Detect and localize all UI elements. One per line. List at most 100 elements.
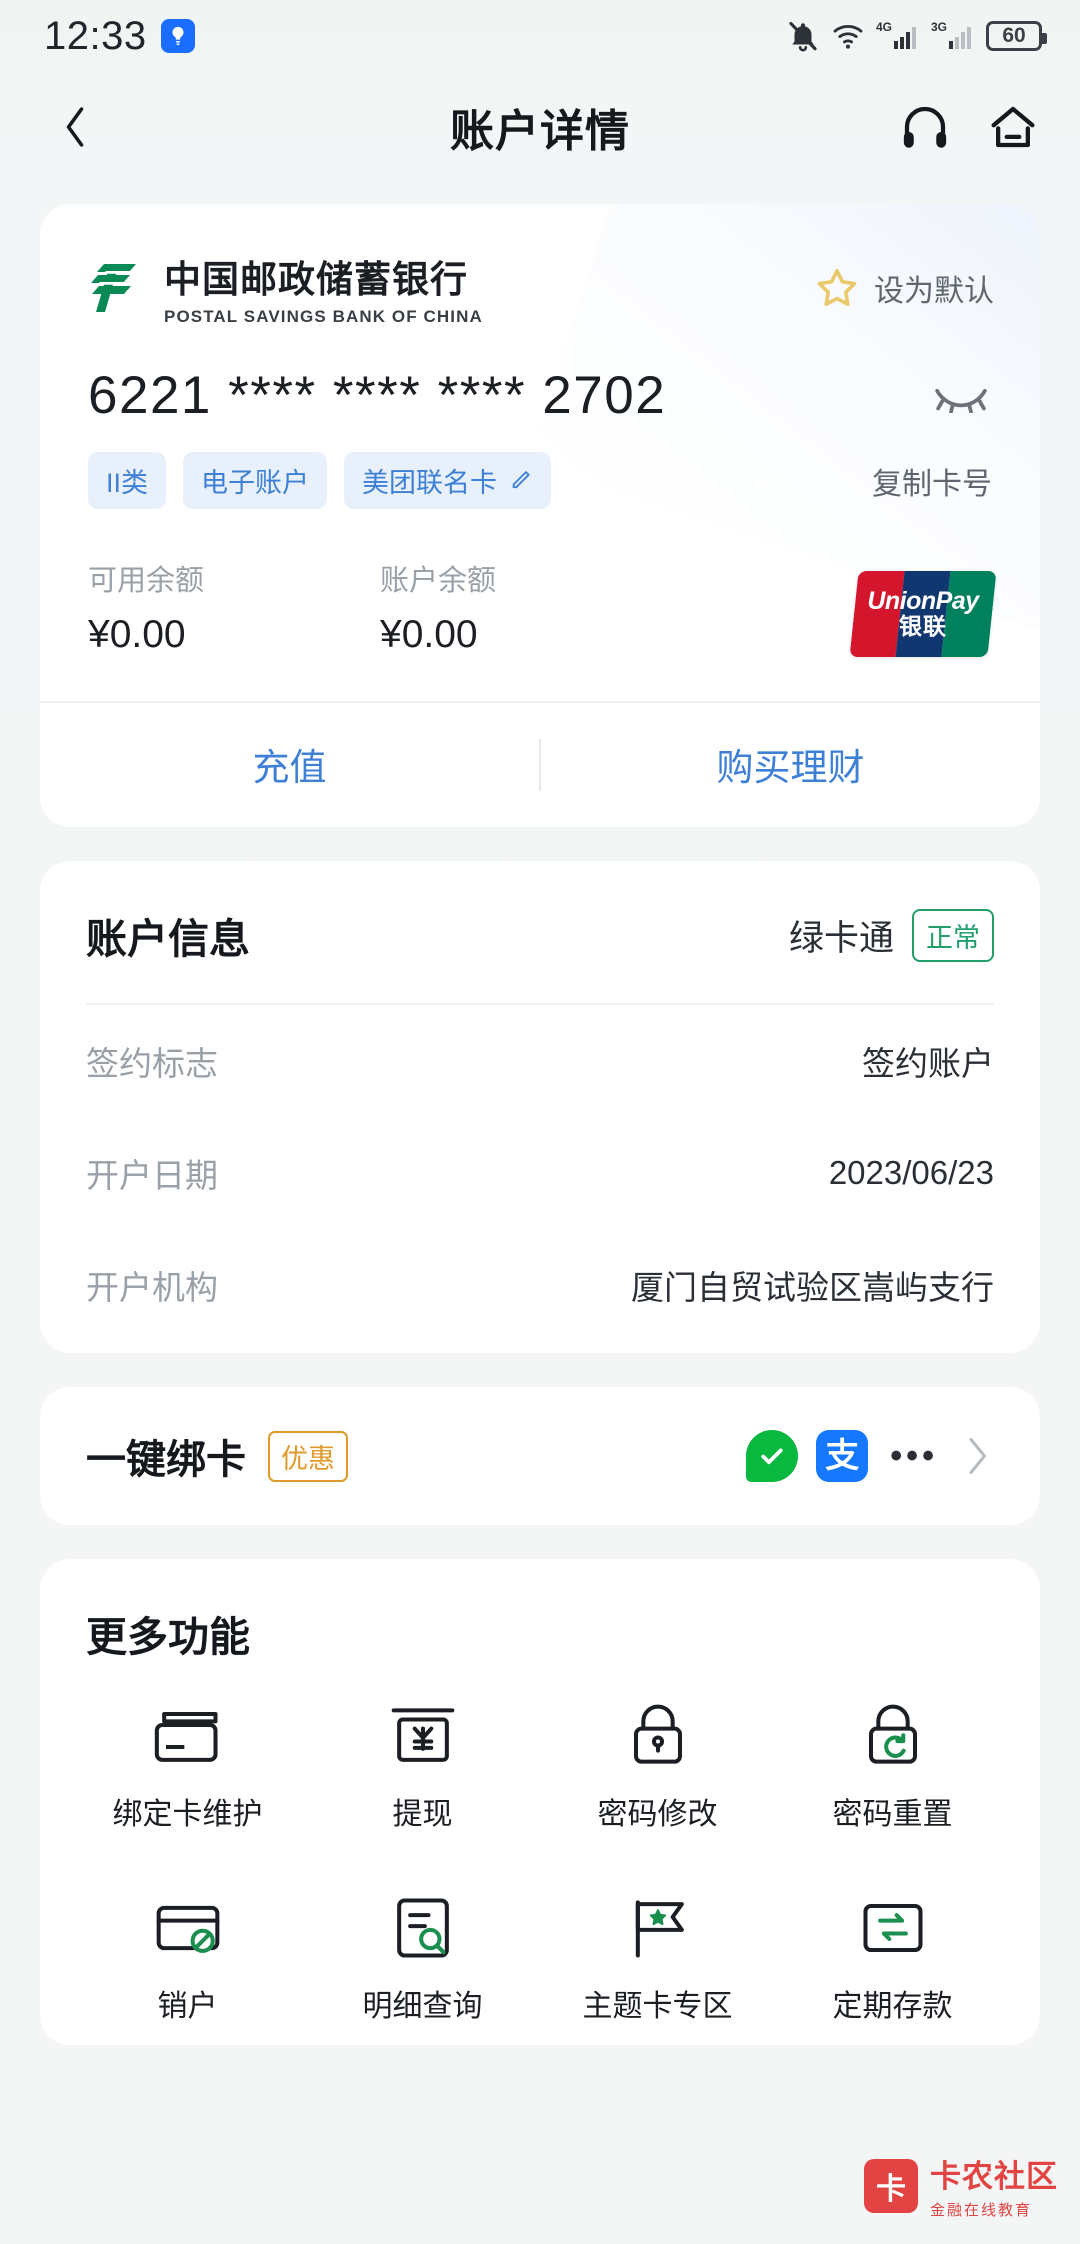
nav-actions	[898, 100, 1040, 154]
function-fixed-deposit[interactable]: 定期存款	[775, 1873, 1010, 2035]
more-pay-dots: •••	[890, 1436, 938, 1475]
account-info-card: 账户信息 绿卡通 正常 签约标志 签约账户 开户日期 2023/06/23 开户…	[40, 861, 1040, 1353]
account-info-header: 账户信息 绿卡通 正常	[86, 861, 994, 1003]
function-password-change[interactable]: 密码修改	[540, 1681, 775, 1843]
theme-card-icon	[635, 1900, 684, 1958]
status-time: 12:33	[44, 13, 147, 58]
function-password-reset[interactable]: 密码重置	[775, 1681, 1010, 1843]
set-default-label: 设为默认	[874, 275, 994, 308]
bind-card-row[interactable]: 一键绑卡 优惠 支 •••	[86, 1387, 994, 1525]
account-balance-label: 账户余额	[380, 565, 497, 597]
card-tag-electronic[interactable]: 电子账户	[183, 452, 328, 509]
info-row-value: 签约账户	[862, 1045, 994, 1082]
signal-3g-icon: 3G	[931, 19, 975, 53]
status-badge: 正常	[912, 908, 994, 962]
wifi-icon	[831, 21, 865, 51]
function-label: 提现	[392, 1798, 453, 1831]
chevron-left-icon	[66, 107, 84, 147]
battery-level: 60	[1002, 24, 1026, 47]
available-balance-label: 可用余额	[88, 565, 205, 597]
card-tags-row: II类 电子账户 美团联名卡 复制卡号	[40, 426, 1040, 509]
lock-edit-icon	[633, 1704, 682, 1764]
signal-4g-icon: 4G	[876, 19, 920, 53]
info-row: 签约标志 签约账户	[86, 1005, 994, 1117]
watermark-name: 卡农社区	[930, 2159, 1058, 2194]
alipay-icon: 支	[816, 1430, 869, 1482]
info-row-key: 开户日期	[86, 1157, 218, 1194]
svg-text:4G: 4G	[876, 20, 892, 34]
card-maintain-icon	[154, 1711, 218, 1762]
copy-card-number-button[interactable]: 复制卡号	[872, 459, 992, 503]
account-info-header-right: 绿卡通 正常	[788, 908, 994, 962]
function-label: 绑定卡维护	[112, 1798, 263, 1831]
eye-closed-icon	[935, 388, 987, 413]
info-row-key: 签约标志	[86, 1045, 218, 1082]
recharge-button[interactable]: 充值	[40, 703, 539, 827]
bank-card-actions: 充值 购买理财	[40, 701, 1040, 827]
bind-card-entry[interactable]: 一键绑卡 优惠 支 •••	[40, 1387, 1040, 1525]
function-label: 密码重置	[832, 1798, 953, 1831]
buy-wealth-button[interactable]: 购买理财	[541, 703, 1040, 827]
card-tag-label: II类	[106, 468, 149, 498]
back-button[interactable]	[40, 92, 110, 162]
card-tag-nickname[interactable]: 美团联名卡	[344, 452, 552, 509]
chevron-right-icon	[969, 1438, 986, 1474]
bank-logo: 中国邮政储蓄银行 POSTAL SAVINGS BANK OF CHINA	[86, 249, 483, 327]
watermark: 卡 卡农社区 金融在线教育	[864, 2151, 1058, 2220]
set-default-button[interactable]: 设为默认	[813, 264, 994, 312]
function-label: 主题卡专区	[582, 1990, 733, 2023]
function-close-account[interactable]: 销户	[70, 1873, 305, 2035]
star-outline-icon	[817, 269, 857, 306]
pencil-icon	[512, 470, 530, 488]
available-balance-block: 可用余额 ¥0.00	[88, 557, 380, 657]
more-functions-grid: 绑定卡维护 提现 密码修改 密码重置 销户 明细查询 主题卡专区 定期存款	[70, 1681, 1010, 2035]
lock-reset-icon	[868, 1704, 917, 1764]
function-withdraw[interactable]: 提现	[305, 1681, 540, 1843]
bank-name-cn: 中国邮政储蓄银行	[164, 259, 468, 300]
bind-card-promo-tag: 优惠	[268, 1430, 348, 1482]
watermark-sub: 金融在线教育	[930, 2202, 1033, 2219]
headset-icon[interactable]	[898, 100, 952, 154]
wechat-pay-icon	[746, 1430, 799, 1482]
bank-name-en: POSTAL SAVINGS BANK OF CHINA	[164, 307, 483, 326]
card-kind-label: 绿卡通	[788, 918, 894, 958]
home-icon[interactable]	[986, 100, 1040, 154]
bank-card: 中国邮政储蓄银行 POSTAL SAVINGS BANK OF CHINA 设为…	[40, 204, 1040, 827]
function-theme-card-zone[interactable]: 主题卡专区	[540, 1873, 775, 2035]
withdraw-icon	[391, 1708, 454, 1762]
account-balance-block: 账户余额 ¥0.00	[380, 557, 496, 657]
bind-card-right: 支 •••	[746, 1430, 994, 1482]
card-tags: II类 电子账户 美团联名卡	[88, 452, 552, 509]
card-close-icon	[156, 1905, 219, 1953]
info-row: 开户日期 2023/06/23	[86, 1117, 994, 1229]
account-detail-screen: 12:33 4G 3G 60 账户详情 中国邮政储蓄银行 POSTAL SAVI…	[0, 0, 1080, 2244]
toggle-card-number-button[interactable]	[930, 371, 992, 421]
deposit-icon	[862, 1903, 923, 1953]
function-label: 定期存款	[832, 1990, 953, 2023]
bank-card-header: 中国邮政储蓄银行 POSTAL SAVINGS BANK OF CHINA 设为…	[40, 204, 1040, 327]
card-tag-label: 电子账户	[201, 468, 310, 498]
alipay-glyph: 支	[825, 1437, 860, 1475]
detail-search-icon	[396, 1898, 449, 1958]
more-functions-card: 更多功能 绑定卡维护 提现 密码修改 密码重置 销户 明细查询 主题卡专区 定期…	[40, 1559, 1040, 2045]
info-row-value: 厦门自贸试验区嵩屿支行	[631, 1269, 994, 1306]
bell-mute-icon	[786, 19, 820, 53]
watermark-logo-icon: 卡	[864, 2158, 918, 2213]
balance-row: 可用余额 ¥0.00 账户余额 ¥0.00 UnionPay 银联	[40, 509, 1040, 657]
function-label: 密码修改	[597, 1798, 718, 1831]
card-number: 6221 **** **** **** 2702	[88, 366, 667, 425]
available-balance-value: ¥0.00	[88, 613, 186, 656]
function-label: 销户	[157, 1990, 218, 2023]
unionpay-logo-icon: UnionPay 银联	[849, 571, 997, 657]
account-info-rows: 签约标志 签约账户 开户日期 2023/06/23 开户机构 厦门自贸试验区嵩屿…	[86, 1003, 994, 1353]
function-transaction-detail[interactable]: 明细查询	[305, 1873, 540, 2035]
svg-text:3G: 3G	[931, 20, 947, 34]
status-bar-left: 12:33	[44, 14, 195, 59]
status-bar: 12:33 4G 3G 60	[0, 0, 1080, 72]
more-functions-title: 更多功能	[86, 1614, 250, 1660]
function-card-maintain[interactable]: 绑定卡维护	[70, 1681, 305, 1843]
status-bar-right: 4G 3G 60	[786, 19, 1047, 53]
card-tag-type[interactable]: II类	[88, 452, 167, 509]
nav-bar: 账户详情	[0, 72, 1080, 182]
watermark-text: 卡农社区 金融在线教育	[930, 2151, 1058, 2220]
